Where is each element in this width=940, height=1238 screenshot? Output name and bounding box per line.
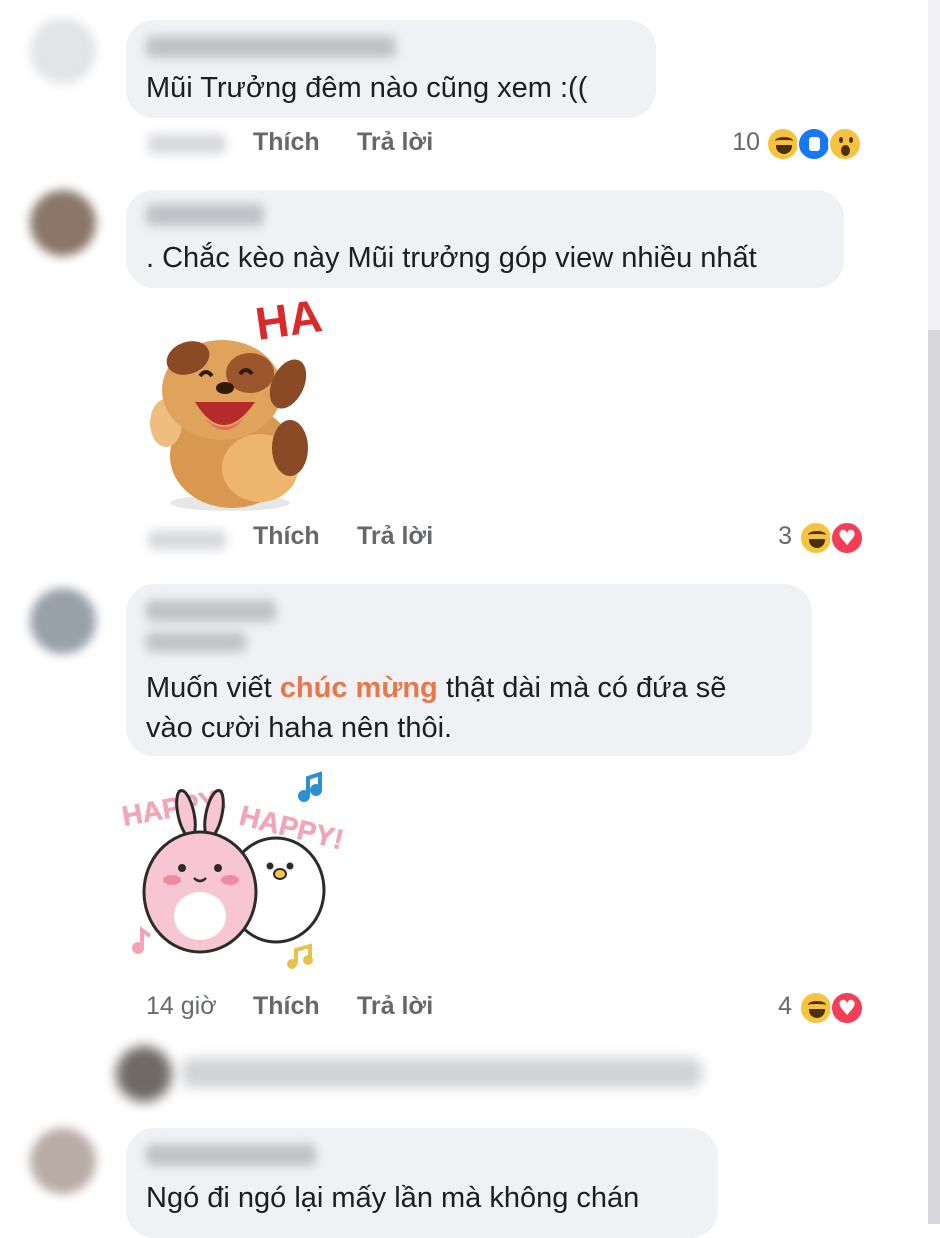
comment-highlight: chúc mừng [279,672,438,704]
like-button[interactable]: Thích [253,992,320,1021]
avatar[interactable] [30,1128,96,1194]
like-button[interactable]: Thích [253,522,320,551]
commenter-badge-blurred [146,632,246,652]
comment-text-line1: Muốn viết chúc mừng thật dài mà có đứa s… [146,672,727,704]
reaction-count[interactable]: 4 [752,992,792,1021]
avatar[interactable] [30,588,96,654]
scrollbar-track[interactable] [928,330,940,1224]
scrollbar-track-top [928,0,940,330]
reply-button[interactable]: Trả lời [357,992,433,1021]
timestamp[interactable]: 14 giờ [146,992,217,1021]
haha-icon [799,521,833,555]
sticker-ha-text: HA [252,298,325,350]
comment-bubble: Muốn viết chúc mừng thật dài mà có đứa s… [126,584,812,756]
reply-preview-blurred[interactable] [182,1058,702,1088]
comment-text: . Chắc kèo này Mũi trưởng góp view nhiều… [146,242,757,274]
comment-text: Ngó đi ngó lại mấy lần mà không chán [146,1182,640,1214]
comment-bubble: Mũi Trưởng đêm nào cũng xem :(( [126,20,656,118]
commenter-name-blurred[interactable] [146,600,276,622]
wow-icon [828,127,862,161]
reply-button[interactable]: Trả lời [357,522,433,551]
reaction-count[interactable]: 3 [752,522,792,551]
commenter-name-blurred[interactable] [146,1144,316,1166]
haha-icon [799,991,833,1025]
dog-sticker: HA [150,298,325,511]
rabbit-sticker: HAPPY! HAPPY! [120,771,347,969]
avatar[interactable] [30,190,96,256]
avatar[interactable] [30,18,96,84]
comment-text: Mũi Trưởng đêm nào cũng xem :(( [146,72,588,104]
comment-bubble: . Chắc kèo này Mũi trưởng góp view nhiều… [126,190,844,288]
like-button[interactable]: Thích [253,128,320,157]
comment-bubble: Ngó đi ngó lại mấy lần mà không chán [126,1128,718,1238]
haha-icon [766,127,800,161]
love-icon [830,991,864,1025]
love-icon [830,521,864,555]
commenter-name-blurred[interactable] [146,36,396,58]
commenter-name-blurred[interactable] [146,204,264,226]
avatar[interactable] [116,1046,172,1102]
reaction-count[interactable]: 10 [720,128,760,157]
like-icon [797,127,831,161]
comment-text-line2: vào cười haha nên thôi. [146,712,453,744]
timestamp-blurred [148,134,226,154]
reply-button[interactable]: Trả lời [357,128,433,157]
timestamp-blurred [148,530,226,550]
